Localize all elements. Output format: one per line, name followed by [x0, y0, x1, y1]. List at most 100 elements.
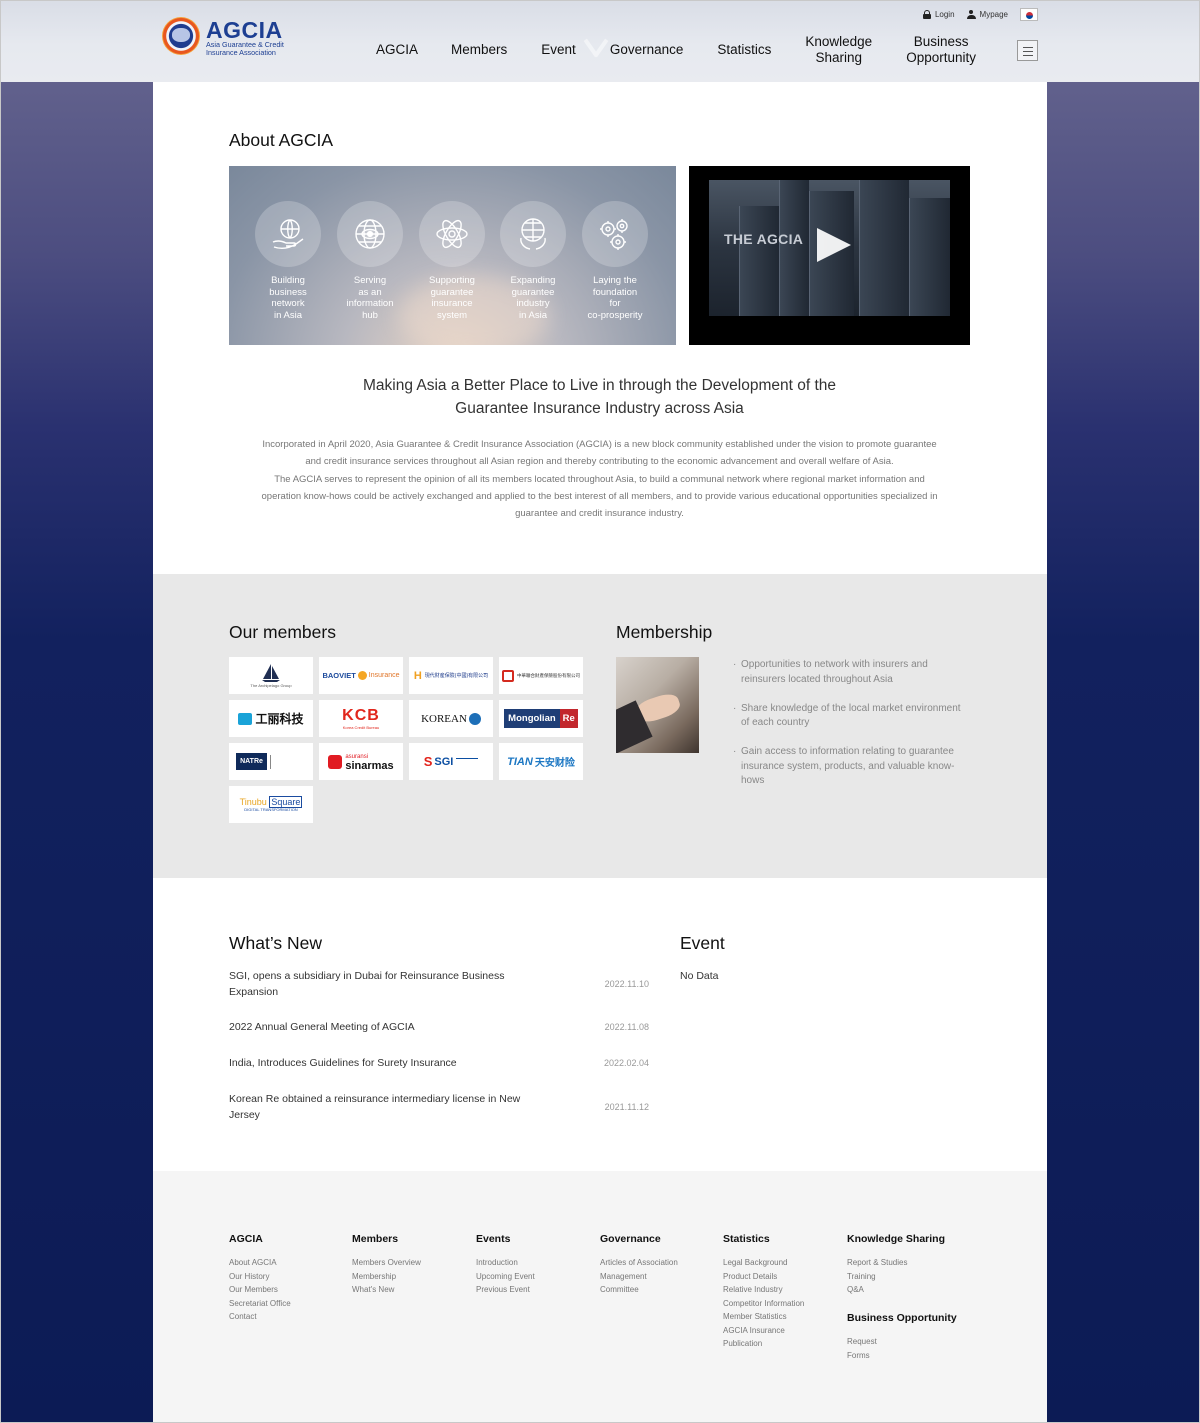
footer-link[interactable]: Training	[847, 1270, 945, 1284]
pillar-item: Building business network in Asia	[247, 201, 329, 321]
tagline: Making Asia a Better Place to Live in th…	[362, 377, 837, 417]
member-logo-tian[interactable]: TIAN 天安财险	[499, 743, 583, 780]
footer-column: Governance Articles of Association Managem…	[600, 1233, 678, 1297]
member-logo-gongrao[interactable]: 工丽科技	[229, 700, 313, 737]
pillar-label: Expanding guarantee industry in Asia	[510, 275, 556, 321]
news-item[interactable]: Korean Re obtained a reinsurance interme…	[229, 1092, 649, 1123]
footer-link[interactable]: Product Details	[723, 1270, 804, 1284]
footer-link[interactable]: Upcoming Event	[476, 1270, 535, 1284]
footer-heading[interactable]: AGCIA	[229, 1233, 291, 1245]
footer-column: Business Opportunity Request Forms	[847, 1312, 957, 1362]
about-title: About AGCIA	[229, 130, 334, 150]
footer-link[interactable]: Members Overview	[352, 1256, 421, 1270]
gears-icon	[582, 201, 648, 267]
member-logo-china-continent[interactable]: 中華聯合財產保險股份有限公司	[499, 657, 583, 694]
nav-members[interactable]: Members	[434, 42, 524, 58]
event-title: Event	[680, 933, 725, 953]
member-logo-sinarmas[interactable]: asuransi sinarmas	[319, 743, 403, 780]
footer-link[interactable]: Previous Event	[476, 1283, 535, 1297]
pillar-item: Supporting guarantee insurance system	[411, 201, 493, 321]
member-logo-hyundai-china[interactable]: H 現代財産保險(中國)有限公司	[409, 657, 493, 694]
logo-subtitle: Asia Guarantee & Credit Insurance Associa…	[206, 40, 284, 57]
about-banner: Building business network in Asia Serving…	[229, 166, 676, 345]
footer-link[interactable]: Committee	[600, 1283, 678, 1297]
footer-link: Publication	[723, 1339, 763, 1348]
footer-link[interactable]: Contact	[229, 1310, 291, 1324]
news-item[interactable]: India, Introduces Guidelines for Surety …	[229, 1056, 649, 1072]
news-title: SGI, opens a subsidiary in Dubai for Rei…	[229, 970, 505, 998]
member-logo-baoviet[interactable]: BAOVIET Insurance	[319, 657, 403, 694]
footer-link[interactable]: Request	[847, 1335, 957, 1349]
nav-governance[interactable]: Governance	[593, 42, 701, 58]
news-date: 2022.11.08	[604, 1022, 649, 1032]
video-title: THE AGCIA	[724, 231, 804, 247]
footer-link[interactable]: AGCIA Insurance	[723, 1324, 804, 1338]
login-link[interactable]: Login	[922, 10, 955, 19]
site-header: AGCIA Asia Guarantee & Credit Insurance A…	[0, 0, 1200, 82]
footer-link[interactable]: Forms	[847, 1349, 957, 1363]
lock-icon	[922, 10, 931, 19]
pillar-item: Laying the foundation for co-prosperity	[574, 201, 656, 321]
footer-link[interactable]: Legal Background	[723, 1256, 804, 1270]
member-logo-tinubu-square[interactable]: Tinubu Square DIGITAL TRANSFORMATION	[229, 786, 313, 823]
member-logo-natre[interactable]: NATRe	[229, 743, 313, 780]
news-item[interactable]: SGI, opens a subsidiary in Dubai for Rei…	[229, 969, 649, 1000]
footer-link[interactable]: Membership	[352, 1270, 421, 1284]
nav-business-opportunity[interactable]: Business Opportunity	[889, 34, 993, 66]
nav-agcia[interactable]: AGCIA	[360, 42, 434, 58]
footer-column: Events Introduction Upcoming Event Previous…	[476, 1233, 535, 1297]
footer-link[interactable]: Competitor Information	[723, 1297, 804, 1311]
news-title: Korean Re obtained a reinsurance interme…	[229, 1093, 521, 1121]
footer-link[interactable]: Relative Industry	[723, 1283, 804, 1297]
footer-heading[interactable]: Statistics	[723, 1233, 804, 1245]
footer-heading[interactable]: Business Opportunity	[847, 1312, 957, 1324]
footer-link[interactable]: Report & Studies	[847, 1256, 945, 1270]
footer-link[interactable]: Secretariat Office	[229, 1297, 291, 1311]
footer-column: Knowledge Sharing Report & Studies Trainin…	[847, 1233, 945, 1297]
member-logo-mongolian-re[interactable]: Mongolian Re	[499, 700, 583, 737]
utility-bar: Login Mypage	[922, 8, 1038, 21]
member-logo-sgi[interactable]: S SGI	[409, 743, 493, 780]
footer-link[interactable]: About AGCIA	[229, 1256, 291, 1270]
main-content: About AGCIA Building business network in…	[153, 82, 1047, 1423]
footer-column: Statistics Legal Background Product Detail…	[723, 1233, 804, 1351]
member-logo-kcb[interactable]: KCB Korea Credit Bureau	[319, 700, 403, 737]
member-logo-archipelago[interactable]: The Archipelago Group	[229, 657, 313, 694]
footer-heading[interactable]: Members	[352, 1233, 421, 1245]
pillar-label: Supporting guarantee insurance system	[429, 275, 475, 321]
footer-heading[interactable]: Knowledge Sharing	[847, 1233, 945, 1245]
footer-link[interactable]: Articles of Association	[600, 1256, 678, 1270]
intro-video[interactable]: THE AGCIA	[689, 166, 970, 345]
korean-flag-icon[interactable]	[1020, 8, 1038, 21]
footer-heading[interactable]: Events	[476, 1233, 535, 1245]
footer-heading[interactable]: Governance	[600, 1233, 678, 1245]
footer-link[interactable]: Introduction	[476, 1256, 535, 1270]
news-date: 2022.02.04	[603, 1058, 649, 1068]
footer-link[interactable]: Management	[600, 1270, 678, 1284]
agcia-logo[interactable]: AGCIA Asia Guarantee & Credit Insurance A…	[162, 17, 287, 57]
news-item[interactable]: 2022 Annual General Meeting of AGCIA 2022…	[229, 1020, 649, 1036]
site-footer: AGCIA About AGCIA Our History Our Members Se…	[153, 1171, 1047, 1423]
footer-link[interactable]: Member Statistics	[723, 1310, 804, 1324]
footer-link[interactable]: Our History	[229, 1270, 291, 1284]
event-empty-state: No Data	[680, 970, 719, 982]
nav-event[interactable]: Event	[524, 42, 593, 58]
nav-knowledge-sharing[interactable]: Knowledge Sharing	[788, 34, 889, 66]
benefit-item: Share knowledge of the local market envi…	[733, 702, 963, 731]
footer-link[interactable]: Q&A	[847, 1283, 945, 1297]
play-icon[interactable]	[817, 228, 851, 262]
pillar-label: Laying the foundation for co-prosperity	[587, 275, 643, 321]
footer-link[interactable]: What's New	[352, 1283, 421, 1297]
mypage-link[interactable]: Mypage	[966, 10, 1008, 19]
membership-title: Membership	[616, 622, 713, 642]
member-logo-korean-re[interactable]: KOREAN	[409, 700, 493, 737]
our-members-title: Our members	[229, 622, 336, 642]
news-title: India, Introduces Guidelines for Surety …	[229, 1057, 457, 1069]
brain-globe-icon	[500, 201, 566, 267]
menu-icon[interactable]	[1017, 40, 1038, 61]
nav-statistics[interactable]: Statistics	[700, 42, 788, 58]
footer-link[interactable]: Our Members	[229, 1283, 291, 1297]
pillar-label: Serving as an information hub	[346, 275, 394, 321]
membership-benefits: Opportunities to network with insurers a…	[733, 658, 963, 803]
news-date: 2021.11.12	[604, 1102, 649, 1112]
